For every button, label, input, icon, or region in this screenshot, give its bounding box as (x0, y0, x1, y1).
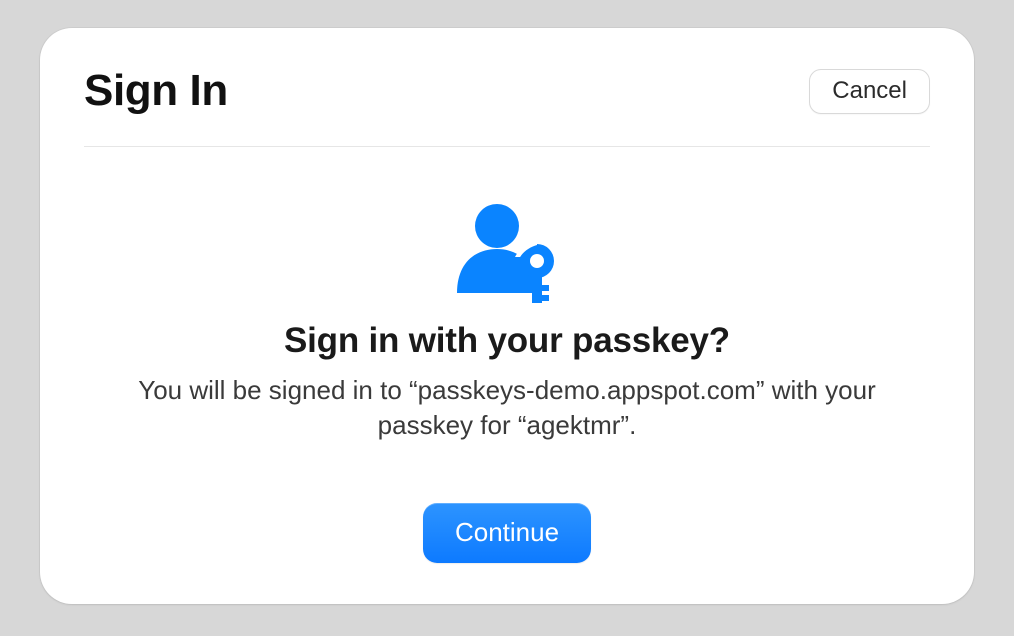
dialog-title: Sign In (84, 66, 228, 116)
dialog-body: Sign in with your passkey? You will be s… (84, 147, 930, 564)
sign-in-dialog: Sign In Cancel Sign in with your passkey… (40, 28, 974, 604)
prompt-heading: Sign in with your passkey? (284, 321, 730, 361)
cancel-button[interactable]: Cancel (809, 69, 930, 114)
prompt-subtext: You will be signed in to “passkeys-demo.… (127, 373, 887, 443)
continue-button[interactable]: Continue (423, 503, 591, 563)
dialog-header: Sign In Cancel (84, 66, 930, 147)
passkey-icon (447, 197, 567, 307)
